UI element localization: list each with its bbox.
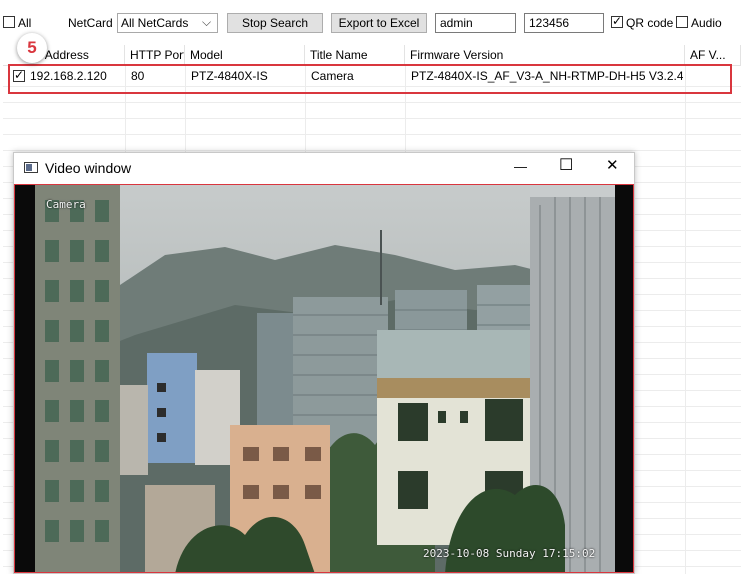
netcard-select-value: All NetCards (121, 16, 189, 30)
stop-search-button[interactable]: Stop Search (227, 13, 323, 33)
grid-hline (3, 118, 741, 119)
password-input[interactable]: 123456 (524, 13, 604, 33)
maximize-button[interactable]: ☐ (559, 156, 573, 176)
netcard-label: NetCard (68, 16, 113, 30)
osd-camera-title: Camera (46, 198, 86, 211)
video-window-title: Video window (45, 160, 132, 176)
grid-hline (3, 102, 741, 103)
camera-scene (15, 185, 633, 572)
video-window: Video window — ☐ ✕ Camera 2023-10-08 Sun… (13, 152, 635, 574)
netcard-select[interactable]: All NetCards ⌵ (117, 13, 218, 33)
column-header-firmware[interactable]: Firmware Version (405, 45, 685, 66)
all-label: All (18, 16, 32, 30)
chevron-down-icon: ⌵ (202, 15, 212, 29)
column-header-af-version[interactable]: AF V... (685, 45, 741, 66)
window-app-icon (24, 162, 38, 173)
username-input[interactable]: admin (435, 13, 516, 33)
video-window-titlebar[interactable]: Video window — ☐ ✕ (14, 153, 634, 184)
grid-hline (3, 134, 741, 135)
column-header-title-name[interactable]: Title Name (305, 45, 405, 66)
export-excel-button[interactable]: Export to Excel (331, 13, 427, 33)
osd-timestamp: 2023-10-08 Sunday 17:15:02 (423, 547, 596, 560)
qr-code-checkbox[interactable] (611, 14, 623, 28)
close-button[interactable]: ✕ (606, 157, 619, 175)
video-frame[interactable]: Camera 2023-10-08 Sunday 17:15:02 (14, 184, 634, 573)
audio-checkbox[interactable] (676, 16, 688, 28)
row-highlight-box (8, 64, 732, 94)
column-header-model[interactable]: Model (185, 45, 305, 66)
audio-label: Audio (691, 16, 722, 30)
grid-vline (685, 66, 686, 574)
column-header-http-port[interactable]: HTTP Port (125, 45, 185, 66)
grid-hline (3, 150, 741, 151)
toolbar: All NetCard All NetCards ⌵ Stop Search E… (0, 0, 741, 45)
minimize-button[interactable]: — (514, 158, 527, 176)
qr-code-label: QR code (626, 16, 674, 30)
window-app-icon-fill (26, 164, 32, 171)
all-checkbox[interactable] (3, 16, 15, 28)
step-badge: 5 (17, 33, 47, 63)
